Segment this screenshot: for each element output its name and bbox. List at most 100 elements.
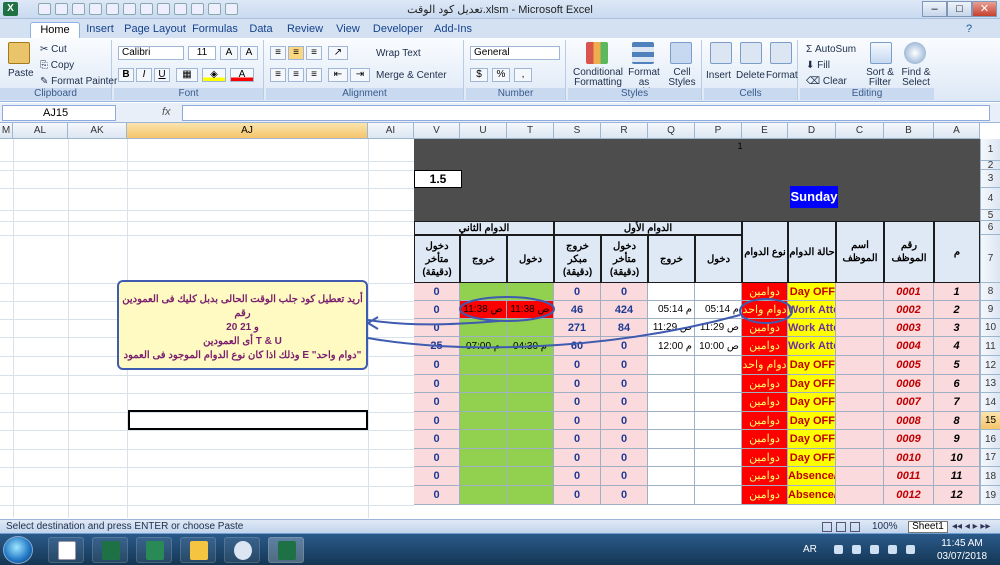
tab-view[interactable]: View bbox=[332, 22, 364, 38]
formula-input[interactable] bbox=[182, 105, 990, 121]
row-header-16[interactable]: 16 bbox=[980, 430, 1000, 449]
tray-icon[interactable] bbox=[870, 545, 879, 554]
conditional-formatting-icon[interactable] bbox=[586, 42, 608, 64]
language-indicator[interactable]: AR bbox=[803, 544, 817, 555]
row-header-7[interactable]: 7 bbox=[980, 235, 1000, 283]
row-header-12[interactable]: 12 bbox=[980, 356, 1000, 375]
page-layout-view-icon[interactable] bbox=[836, 522, 846, 532]
tab-formulas[interactable]: Formulas bbox=[190, 22, 240, 38]
align-left-icon[interactable]: ≡ bbox=[270, 68, 286, 82]
tray-icon[interactable] bbox=[852, 545, 861, 554]
taskbar-app-folder[interactable] bbox=[180, 537, 216, 563]
autosum-button[interactable]: Σ AutoSum bbox=[806, 44, 856, 55]
paste-icon[interactable] bbox=[8, 42, 30, 64]
shrink-font-icon[interactable]: A bbox=[240, 46, 258, 60]
copy-button[interactable]: ⎘ Copy bbox=[40, 60, 74, 71]
row-header-19[interactable]: 19 bbox=[980, 486, 1000, 505]
network-icon[interactable] bbox=[888, 545, 897, 554]
row-header-15[interactable]: 15 bbox=[980, 412, 1000, 430]
row-header-14[interactable]: 14 bbox=[980, 393, 1000, 412]
cell-styles-icon[interactable] bbox=[670, 42, 692, 64]
comma-button[interactable]: , bbox=[514, 68, 532, 82]
taskbar-app-excel[interactable] bbox=[136, 537, 172, 563]
paste-button[interactable]: Paste bbox=[8, 68, 34, 79]
row-header-6[interactable]: 6 bbox=[980, 221, 1000, 235]
tab-data[interactable]: Data bbox=[244, 22, 278, 38]
orientation-icon[interactable]: ↗ bbox=[328, 46, 348, 60]
maximize-button[interactable]: □ bbox=[947, 1, 972, 17]
format-cells-icon[interactable] bbox=[770, 42, 792, 64]
start-button[interactable] bbox=[3, 536, 33, 564]
align-bottom-icon[interactable]: ≡ bbox=[306, 46, 322, 60]
help-icon[interactable]: ? bbox=[962, 22, 976, 38]
currency-button[interactable]: $ bbox=[470, 68, 488, 82]
sort-filter-icon[interactable] bbox=[870, 42, 892, 64]
fill-button[interactable]: ⬇ Fill bbox=[806, 60, 830, 71]
tab-review[interactable]: Review bbox=[282, 22, 328, 38]
cell-styles-button[interactable]: Cell Styles bbox=[664, 68, 700, 88]
borders-icon[interactable]: ▦ bbox=[176, 68, 198, 82]
tab-insert[interactable]: Insert bbox=[80, 22, 120, 38]
align-right-icon[interactable]: ≡ bbox=[306, 68, 322, 82]
name-box[interactable]: AJ15 bbox=[2, 105, 116, 121]
minimize-button[interactable]: – bbox=[922, 1, 947, 17]
zoom-level[interactable]: 100% bbox=[872, 521, 898, 532]
row-header-11[interactable]: 11 bbox=[980, 337, 1000, 356]
font-color-icon[interactable]: A bbox=[230, 68, 254, 82]
delete-cells-icon[interactable] bbox=[740, 42, 762, 64]
outdent-icon[interactable]: ⇥ bbox=[350, 68, 370, 82]
font-name-select[interactable]: Calibri bbox=[118, 46, 184, 60]
percent-button[interactable]: % bbox=[492, 68, 510, 82]
italic-button[interactable]: I bbox=[136, 68, 152, 82]
cut-button[interactable]: ✂ Cut bbox=[40, 44, 67, 55]
row-header-13[interactable]: 13 bbox=[980, 375, 1000, 393]
tab-developer[interactable]: Developer bbox=[370, 22, 426, 38]
sheet-tab[interactable]: Sheet1 bbox=[908, 521, 948, 533]
find-select-button[interactable]: Find & Select bbox=[898, 68, 934, 88]
align-center-icon[interactable]: ≡ bbox=[288, 68, 304, 82]
row-header-17[interactable]: 17 bbox=[980, 449, 1000, 467]
volume-icon[interactable] bbox=[906, 545, 915, 554]
row-header-10[interactable]: 10 bbox=[980, 319, 1000, 337]
page-break-view-icon[interactable] bbox=[850, 522, 860, 532]
underline-button[interactable]: U bbox=[154, 68, 170, 82]
font-size-select[interactable]: 11 bbox=[188, 46, 216, 60]
row-header-2[interactable]: 2 bbox=[980, 161, 1000, 171]
clear-button[interactable]: ⌫ Clear bbox=[806, 76, 847, 87]
taskbar-app-excel-active[interactable] bbox=[268, 537, 304, 563]
tab-home[interactable]: Home bbox=[30, 22, 80, 38]
grow-font-icon[interactable]: A bbox=[220, 46, 238, 60]
row-header-5[interactable]: 5 bbox=[980, 210, 1000, 221]
worksheet-grid[interactable]: M AL AK AJ AI V U T S R Q P E D C B A 1 2 3 4 5 6 7 8 9 10 11 12 13 1… bbox=[0, 123, 1000, 518]
fill-color-icon[interactable]: ◈ bbox=[202, 68, 226, 82]
insert-button[interactable]: Insert bbox=[706, 70, 731, 81]
sort-filter-button[interactable]: Sort & Filter bbox=[862, 68, 898, 88]
tab-add-ins[interactable]: Add-Ins bbox=[430, 22, 476, 38]
insert-cells-icon[interactable] bbox=[710, 42, 732, 64]
format-as-table-icon[interactable] bbox=[632, 42, 654, 64]
sheet-nav-icon[interactable]: ◂◂ ◂ ▸ ▸▸ bbox=[952, 521, 990, 532]
tab-page-layout[interactable]: Page Layout bbox=[122, 22, 188, 38]
find-select-icon[interactable] bbox=[904, 42, 926, 64]
align-middle-icon[interactable]: ≡ bbox=[288, 46, 304, 60]
indent-icon[interactable]: ⇤ bbox=[328, 68, 348, 82]
merge-center-button[interactable]: Merge & Center bbox=[376, 70, 447, 81]
close-button[interactable]: ✕ bbox=[972, 1, 997, 17]
conditional-formatting-button[interactable]: Conditional Formatting bbox=[570, 68, 626, 88]
normal-view-icon[interactable] bbox=[822, 522, 832, 532]
row-header-18[interactable]: 18 bbox=[980, 467, 1000, 486]
delete-button[interactable]: Delete bbox=[736, 70, 765, 81]
insert-function-icon[interactable]: fx bbox=[162, 106, 171, 118]
number-format-select[interactable]: General bbox=[470, 46, 560, 60]
row-header-3[interactable]: 3 bbox=[980, 170, 1000, 188]
format-painter-button[interactable]: ✎ Format Painter bbox=[40, 76, 117, 87]
clock[interactable]: 11:45 AM 03/07/2018 bbox=[926, 537, 998, 563]
format-button[interactable]: Format bbox=[766, 70, 798, 81]
taskbar-app-media[interactable] bbox=[224, 537, 260, 563]
row-header-1[interactable]: 1 bbox=[980, 139, 1000, 161]
align-top-icon[interactable]: ≡ bbox=[270, 46, 286, 60]
taskbar-app-document[interactable] bbox=[48, 537, 84, 563]
tray-icon[interactable] bbox=[834, 545, 843, 554]
row-header-8[interactable]: 8 bbox=[980, 283, 1000, 301]
row-header-4[interactable]: 4 bbox=[980, 188, 1000, 210]
